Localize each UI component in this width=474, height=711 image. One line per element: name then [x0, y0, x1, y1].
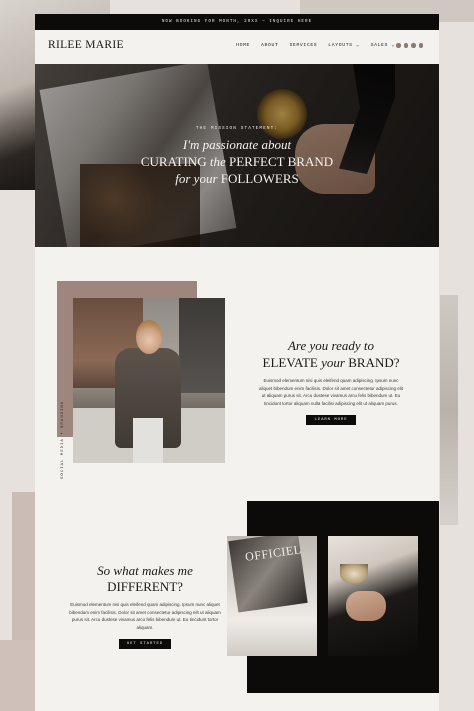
- different-text-block: So what makes me DIFFERENT? Euismod elem…: [65, 563, 225, 649]
- learn-more-button[interactable]: LEARN MORE: [306, 415, 356, 425]
- about-title-2b: your: [321, 355, 345, 370]
- hero-line-2a: CURATING: [140, 154, 210, 169]
- different-title: So what makes me DIFFERENT?: [65, 563, 225, 595]
- different-body: Euismod elementum nisi quis eleifend qua…: [69, 602, 221, 630]
- hero-section: THE MISSION STATEMENT: I'm passionate ab…: [35, 64, 439, 247]
- instagram-icon[interactable]: [411, 43, 416, 48]
- cocktail-glass: [340, 564, 368, 584]
- different-title-line-1: So what makes me: [97, 563, 193, 578]
- photo-jeans: [133, 418, 163, 463]
- get-started-button[interactable]: GET STARTED: [118, 639, 172, 649]
- about-title-2a: ELEVATE: [262, 355, 322, 370]
- about-title-line-1: Are you ready to: [287, 338, 375, 353]
- about-title-2c: BRAND?: [344, 355, 400, 370]
- photo-head: [136, 320, 162, 354]
- hero-line-1: I'm passionate about: [182, 137, 292, 152]
- background-block-bottom-left: [0, 640, 36, 711]
- about-text-block: Are you ready to ELEVATE your BRAND? Eui…: [257, 337, 405, 425]
- site-logo[interactable]: RILEE MARIE: [48, 39, 124, 51]
- hero-headline: I'm passionate about CURATING the PERFEC…: [35, 136, 439, 187]
- photo-building-right: [179, 298, 225, 393]
- different-title-line-2: DIFFERENT?: [107, 579, 183, 594]
- different-section: OFFICIEL So what makes me DIFFERENT? Eui…: [35, 501, 439, 711]
- pinterest-icon[interactable]: [403, 43, 408, 48]
- background-strip-right: [440, 295, 458, 525]
- nav-menu: HOME ABOUT SERVICES LAYOUTS ⌄ SALES ⌄: [236, 43, 395, 48]
- hero-line-3b: FOLLOWERS: [217, 171, 299, 186]
- nav-item-about[interactable]: ABOUT: [261, 43, 278, 48]
- about-title: Are you ready to ELEVATE your BRAND?: [257, 337, 405, 371]
- nav-item-layouts[interactable]: LAYOUTS ⌄: [328, 43, 359, 48]
- vertical-label: SOCIAL MEDIA + BRANDING: [61, 400, 65, 479]
- social-links: [396, 43, 423, 48]
- about-portrait-photo: [73, 298, 225, 463]
- hero-line-3a: for your: [175, 171, 218, 186]
- cocktail-hand: [346, 591, 386, 621]
- about-section: SOCIAL MEDIA + BRANDING Are you ready to…: [35, 247, 439, 501]
- nav-item-services[interactable]: SERVICES: [289, 43, 317, 48]
- hero-line-2c: PERFECT BRAND: [225, 154, 334, 169]
- nav-item-sales[interactable]: SALES ⌄: [371, 43, 395, 48]
- facebook-icon[interactable]: [396, 43, 401, 48]
- announcement-text[interactable]: NOW BOOKING FOR MONTH, 20XX — INQUIRE HE…: [162, 19, 312, 24]
- hero-line-2b: the: [209, 154, 226, 169]
- about-body: Euismod elementum nisi quis eleifend qua…: [258, 378, 404, 406]
- magazine-photo: OFFICIEL: [227, 536, 317, 656]
- cocktail-photo: [328, 536, 418, 656]
- website-mockup: NOW BOOKING FOR MONTH, 20XX — INQUIRE HE…: [35, 14, 439, 711]
- announcement-bar[interactable]: NOW BOOKING FOR MONTH, 20XX — INQUIRE HE…: [35, 14, 439, 30]
- main-navigation: RILEE MARIE HOME ABOUT SERVICES LAYOUTS …: [35, 30, 439, 64]
- heart-icon[interactable]: [418, 43, 423, 48]
- nav-item-home[interactable]: HOME: [236, 43, 250, 48]
- hero-eyebrow: THE MISSION STATEMENT:: [195, 126, 279, 131]
